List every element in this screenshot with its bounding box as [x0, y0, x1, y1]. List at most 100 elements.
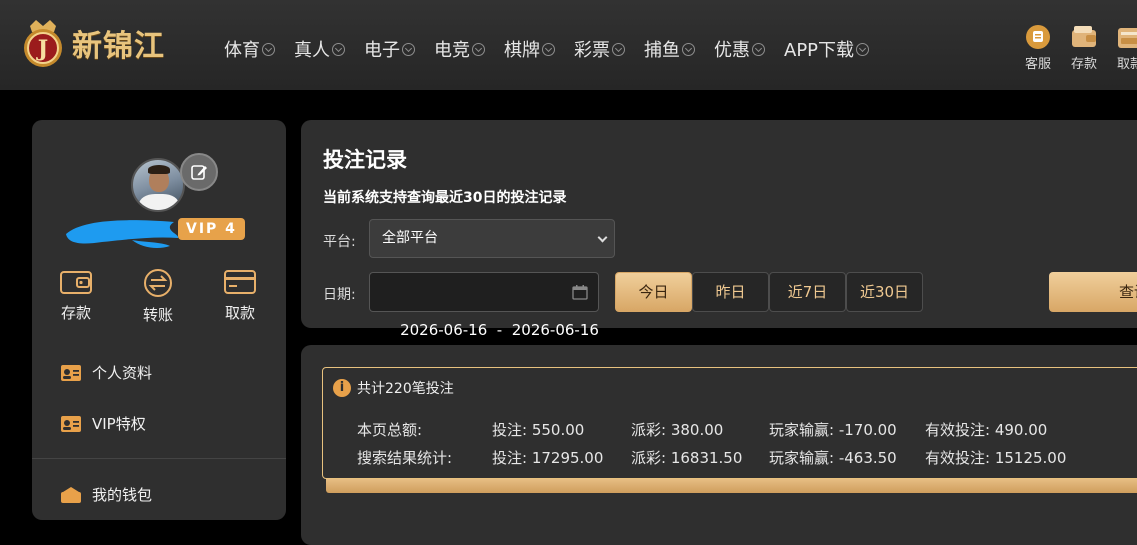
header-withdraw-button[interactable]: 取款 — [1110, 24, 1137, 72]
summary-row-label: 搜索结果统计: — [357, 449, 453, 467]
id-card-icon — [61, 364, 81, 381]
page-title: 投注记录 — [323, 148, 407, 172]
avatar-shirt — [139, 194, 179, 210]
quick-date-30days-button[interactable]: 近30日 — [846, 272, 923, 312]
summary-row-label: 本页总额: — [357, 421, 423, 439]
header-deposit-button[interactable]: 存款 — [1064, 24, 1104, 72]
customer-service-button[interactable]: 客服 — [1018, 24, 1058, 72]
chevron-down-icon — [597, 232, 608, 243]
bet-summary-panel: i 共计220笔投注 本页总额: 投注: 550.00 派彩: 380.00 玩… — [301, 345, 1137, 545]
summary-valid-bet: 有效投注: 490.00 — [925, 421, 1048, 439]
chevron-down-icon — [856, 42, 870, 56]
sidebar-transfer-button[interactable]: 转账 — [128, 268, 188, 325]
sidebar-item-vip[interactable]: VIP特权 — [60, 413, 146, 434]
date-range-picker[interactable]: 2026-06-16 - 2026-06-16 — [369, 272, 599, 339]
nav-chess-cards[interactable]: 棋牌 — [504, 36, 555, 62]
sidebar-item-wallet[interactable]: 我的钱包 — [60, 484, 152, 505]
safe-box-icon — [1118, 28, 1137, 48]
top-header: J 新锦江 体育 真人 电子 电竞 棋牌 彩票 捕鱼 优惠 APP下载 客服 存… — [0, 0, 1137, 90]
summary-payout: 派彩: 380.00 — [631, 421, 724, 439]
nav-promotions[interactable]: 优惠 — [714, 36, 765, 62]
nav-live-casino[interactable]: 真人 — [294, 36, 345, 62]
customer-service-label: 客服 — [1024, 57, 1051, 72]
svg-text:J: J — [36, 36, 48, 62]
sidebar-transfer-label: 转账 — [142, 306, 173, 324]
page-subtitle: 当前系统支持查询最近30日的投注记录 — [323, 190, 567, 206]
wallet-icon — [61, 486, 81, 503]
sidebar-item-label: 个人资料 — [92, 364, 153, 382]
chevron-down-icon — [472, 42, 485, 56]
vip-level-badge: VIP 4 — [178, 218, 245, 240]
summary-header: i 共计220笔投注 — [333, 378, 454, 398]
summary-payout: 派彩: 16831.50 — [631, 449, 743, 467]
search-button[interactable]: 查询 — [1049, 272, 1137, 312]
summary-valid-bet: 有效投注: 15125.00 — [925, 449, 1067, 467]
chevron-down-icon — [752, 42, 765, 56]
quick-date-7days-button[interactable]: 近7日 — [769, 272, 846, 312]
sidebar-item-profile[interactable]: 个人资料 — [60, 362, 152, 383]
header-actions: 客服 存款 取款 — [1018, 24, 1137, 72]
header-withdraw-label: 取款 — [1116, 57, 1137, 72]
nav-label: 优惠 — [714, 40, 750, 61]
site-logo[interactable]: J 新锦江 — [16, 16, 165, 70]
platform-label: 平台: — [323, 234, 356, 250]
sidebar-item-label: VIP特权 — [92, 415, 146, 433]
redacted-username — [66, 220, 179, 248]
date-range-value: 2026-06-16 - 2026-06-16 — [400, 321, 599, 339]
summary-bet: 投注: 550.00 — [492, 421, 585, 439]
nav-label: 体育 — [224, 40, 260, 61]
nav-app-download[interactable]: APP下载 — [784, 36, 870, 62]
edit-icon — [191, 165, 207, 180]
nav-slots[interactable]: 电子 — [364, 36, 415, 62]
summary-bet: 投注: 17295.00 — [492, 449, 604, 467]
summary-box: i 共计220笔投注 本页总额: 投注: 550.00 派彩: 380.00 玩… — [322, 367, 1137, 479]
sidebar-item-label: 我的钱包 — [92, 486, 153, 504]
platform-select[interactable]: 全部平台 — [369, 219, 615, 258]
nav-lottery[interactable]: 彩票 — [574, 36, 625, 62]
quick-date-yesterday-button[interactable]: 昨日 — [692, 272, 769, 312]
nav-fishing[interactable]: 捕鱼 — [644, 36, 695, 62]
user-sidebar: VIP 4 存款 转账 取款 个人资料 VIP特权 我的钱包 — [32, 120, 286, 520]
nav-label: 真人 — [294, 40, 330, 61]
customer-service-icon — [1026, 25, 1050, 49]
sidebar-withdraw-label: 取款 — [224, 304, 255, 322]
nav-label: 彩票 — [574, 40, 610, 61]
nav-esports[interactable]: 电竞 — [434, 36, 485, 62]
platform-select-value: 全部平台 — [382, 230, 438, 246]
card-icon — [224, 270, 256, 294]
nav-label: APP下载 — [784, 40, 855, 61]
transfer-icon — [144, 269, 172, 297]
nav-label: 电子 — [364, 40, 400, 61]
avatar-hair — [148, 165, 170, 174]
table-header-bar — [326, 479, 1137, 493]
wallet-icon — [1072, 26, 1096, 47]
info-icon: i — [333, 379, 351, 397]
header-deposit-label: 存款 — [1070, 57, 1097, 72]
nav-label: 棋牌 — [504, 40, 540, 61]
sidebar-deposit-button[interactable]: 存款 — [46, 268, 106, 323]
chevron-down-icon — [262, 42, 275, 56]
sidebar-withdraw-button[interactable]: 取款 — [210, 268, 270, 323]
nav-sports[interactable]: 体育 — [224, 36, 275, 62]
nav-label: 电竞 — [434, 40, 470, 61]
sidebar-divider — [32, 458, 286, 459]
chevron-down-icon — [542, 42, 555, 56]
chevron-down-icon — [682, 42, 695, 56]
nav-label: 捕鱼 — [644, 40, 680, 61]
wallet-icon — [60, 271, 92, 294]
chevron-down-icon — [332, 42, 345, 56]
bet-record-query-panel: 投注记录 当前系统支持查询最近30日的投注记录 平台: 全部平台 日期: 202… — [301, 120, 1137, 339]
crown-logo-icon: J — [16, 16, 70, 70]
edit-profile-button[interactable] — [180, 153, 218, 191]
avatar[interactable] — [131, 158, 185, 212]
main-nav: 体育 真人 电子 电竞 棋牌 彩票 捕鱼 优惠 APP下载 — [224, 36, 888, 62]
summary-total: 共计220笔投注 — [357, 381, 454, 397]
chevron-down-icon — [402, 42, 415, 56]
date-label: 日期: — [323, 287, 356, 303]
quick-date-today-button[interactable]: 今日 — [615, 272, 692, 312]
sidebar-deposit-label: 存款 — [60, 304, 91, 322]
calendar-icon — [572, 285, 588, 300]
chevron-down-icon — [612, 42, 625, 56]
logo-text: 新锦江 — [72, 29, 165, 64]
summary-win-loss: 玩家输赢: -170.00 — [769, 421, 897, 439]
